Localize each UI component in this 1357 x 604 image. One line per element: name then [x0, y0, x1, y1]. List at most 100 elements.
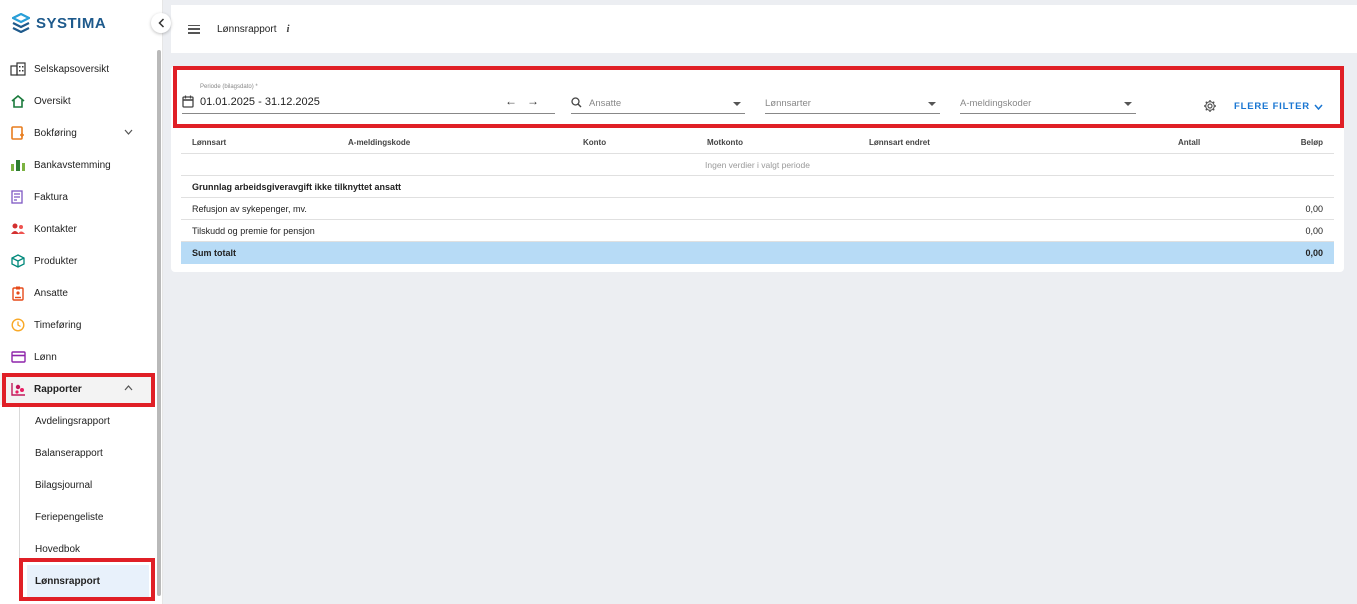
sidebar-item-label: Oversikt	[34, 95, 71, 107]
sidebar-scrollbar[interactable]	[157, 50, 161, 596]
sidebar-item-label: Bankavstemming	[34, 159, 111, 171]
building-icon	[10, 61, 26, 77]
total-amount: 0,00	[1305, 248, 1323, 258]
row-label: Tilskudd og premie for pensjon	[192, 226, 315, 236]
col-header-antall[interactable]: Antall	[1178, 138, 1200, 147]
sidebar-item-label: Lønn	[34, 351, 57, 363]
info-icon[interactable]: i	[286, 23, 289, 35]
calendar-icon[interactable]	[182, 95, 194, 111]
submenu-divider	[19, 405, 20, 595]
page-title: Lønnsrapport	[217, 23, 277, 35]
bookkeeping-icon	[10, 125, 26, 141]
pay-types-select[interactable]: Lønnsarter	[765, 94, 940, 114]
submenu-item-hovedbok[interactable]: Hovedbok	[0, 533, 155, 565]
sidebar-item-bankavstemming[interactable]: Bankavstemming	[0, 149, 155, 181]
hamburger-menu-icon[interactable]	[188, 24, 200, 34]
submenu-item-lonnsrapport[interactable]: Lønnsrapport	[27, 565, 149, 597]
col-header-konto[interactable]: Konto	[583, 138, 606, 147]
sidebar-item-timeforing[interactable]: Timeføring	[0, 309, 155, 341]
brand-name: SYSTIMA	[36, 14, 107, 32]
sidebar-item-bokforing[interactable]: Bokføring	[0, 117, 155, 149]
row-amount: 0,00	[1305, 204, 1323, 214]
pay-types-placeholder: Lønnsarter	[765, 98, 811, 109]
invoice-icon	[10, 189, 26, 205]
badge-icon	[10, 285, 26, 301]
submenu-item-avdelingsrapport[interactable]: Avdelingsrapport	[0, 405, 155, 437]
home-icon	[10, 93, 26, 109]
reports-submenu: Avdelingsrapport Balanserapport Bilagsjo…	[0, 405, 155, 597]
submenu-item-balanserapport[interactable]: Balanserapport	[0, 437, 155, 469]
sidebar-item-label: Rapporter	[34, 383, 82, 395]
sidebar-item-kontakter[interactable]: Kontakter	[0, 213, 155, 245]
card-icon	[10, 349, 26, 365]
period-caption: Periode (bilagsdato) *	[200, 84, 258, 90]
top-bar: Lønnsrapport i	[171, 5, 1357, 53]
sidebar-item-selskapsoversikt[interactable]: Selskapsoversikt	[0, 53, 155, 85]
chevron-down-icon	[124, 127, 133, 137]
main-nav: Selskapsoversikt Oversikt Bokføring Bank…	[0, 53, 155, 597]
row-amount: 0,00	[1305, 226, 1323, 236]
more-filter-label: FLERE FILTER	[1234, 101, 1310, 112]
period-nav: ←→	[505, 94, 549, 108]
filter-bar: Periode (bilagsdato) * 01.01.2025 - 31.1…	[171, 66, 1344, 126]
sidebar-item-rapporter[interactable]: Rapporter	[0, 373, 155, 405]
sidebar-item-label: Selskapsoversikt	[34, 63, 110, 75]
caret-down-icon	[928, 102, 936, 106]
sidebar-item-ansatte[interactable]: Ansatte	[0, 277, 155, 309]
group-title: Grunnlag arbeidsgiveravgift ikke tilknyt…	[192, 182, 402, 192]
table-header: Lønnsart A-meldingskode Konto Motkonto L…	[181, 132, 1334, 154]
sidebar-item-label: Faktura	[34, 191, 68, 203]
systima-logo-icon	[12, 13, 30, 33]
row-label: Refusjon av sykepenger, mv.	[192, 204, 307, 214]
sidebar: SYSTIMA Selskapsoversikt Oversikt Bokfør…	[0, 0, 163, 604]
col-header-belop[interactable]: Beløp	[1301, 138, 1323, 147]
sidebar-item-produkter[interactable]: Produkter	[0, 245, 155, 277]
arrow-left-icon[interactable]: ←	[505, 94, 527, 108]
box-icon	[10, 253, 26, 269]
chevron-up-icon	[124, 383, 133, 393]
sidebar-item-faktura[interactable]: Faktura	[0, 181, 155, 213]
report-card: Periode (bilagsdato) * 01.01.2025 - 31.1…	[171, 66, 1344, 272]
total-row: Sum totalt 0,00	[181, 242, 1334, 264]
period-value: 01.01.2025 - 31.12.2025	[200, 96, 320, 108]
table-row: Tilskudd og premie for pensjon 0,00	[181, 220, 1334, 242]
sidebar-item-label: Bokføring	[34, 127, 77, 139]
sidebar-item-label: Kontakter	[34, 223, 77, 235]
total-label: Sum totalt	[192, 248, 236, 258]
col-header-lonnsart-endret[interactable]: Lønnsart endret	[869, 138, 930, 147]
bank-icon	[10, 157, 26, 173]
col-header-motkonto[interactable]: Motkonto	[707, 138, 743, 147]
group-header-row: Grunnlag arbeidsgiveravgift ikke tilknyt…	[181, 176, 1334, 198]
search-icon	[571, 97, 582, 111]
sidebar-item-label: Produkter	[34, 255, 78, 267]
more-filter-button[interactable]: FLERE FILTER	[1234, 101, 1323, 112]
caret-down-icon	[733, 102, 741, 106]
gear-icon[interactable]	[1203, 99, 1217, 116]
table-row: Refusjon av sykepenger, mv. 0,00	[181, 198, 1334, 220]
a-codes-select[interactable]: A-meldingskoder	[960, 94, 1136, 114]
contacts-icon	[10, 221, 26, 237]
employees-placeholder: Ansatte	[589, 98, 622, 109]
col-header-lonnsart[interactable]: Lønnsart	[192, 138, 226, 147]
clock-icon	[10, 317, 26, 333]
sidebar-item-label: Ansatte	[34, 287, 68, 299]
submenu-item-feriepengeliste[interactable]: Feriepengeliste	[0, 501, 155, 533]
sidebar-item-label: Timeføring	[34, 319, 82, 331]
logo[interactable]: SYSTIMA	[12, 13, 106, 33]
sidebar-item-oversikt[interactable]: Oversikt	[0, 85, 155, 117]
collapse-sidebar-button[interactable]	[151, 13, 171, 33]
payroll-table: Lønnsart A-meldingskode Konto Motkonto L…	[181, 132, 1334, 264]
a-codes-placeholder: A-meldingskoder	[960, 98, 1032, 109]
period-field[interactable]: Periode (bilagsdato) * 01.01.2025 - 31.1…	[182, 84, 555, 114]
caret-down-icon	[1124, 102, 1132, 106]
sidebar-item-lonn[interactable]: Lønn	[0, 341, 155, 373]
chevron-left-icon	[157, 18, 164, 28]
chevron-down-icon	[1314, 104, 1323, 110]
report-icon	[10, 381, 26, 397]
employees-select[interactable]: Ansatte	[571, 94, 745, 114]
col-header-a-meldingskode[interactable]: A-meldingskode	[348, 138, 410, 147]
empty-state-row: Ingen verdier i valgt periode	[181, 154, 1334, 176]
empty-state-text: Ingen verdier i valgt periode	[705, 160, 810, 170]
submenu-item-bilagsjournal[interactable]: Bilagsjournal	[0, 469, 155, 501]
arrow-right-icon[interactable]: →	[527, 94, 549, 108]
